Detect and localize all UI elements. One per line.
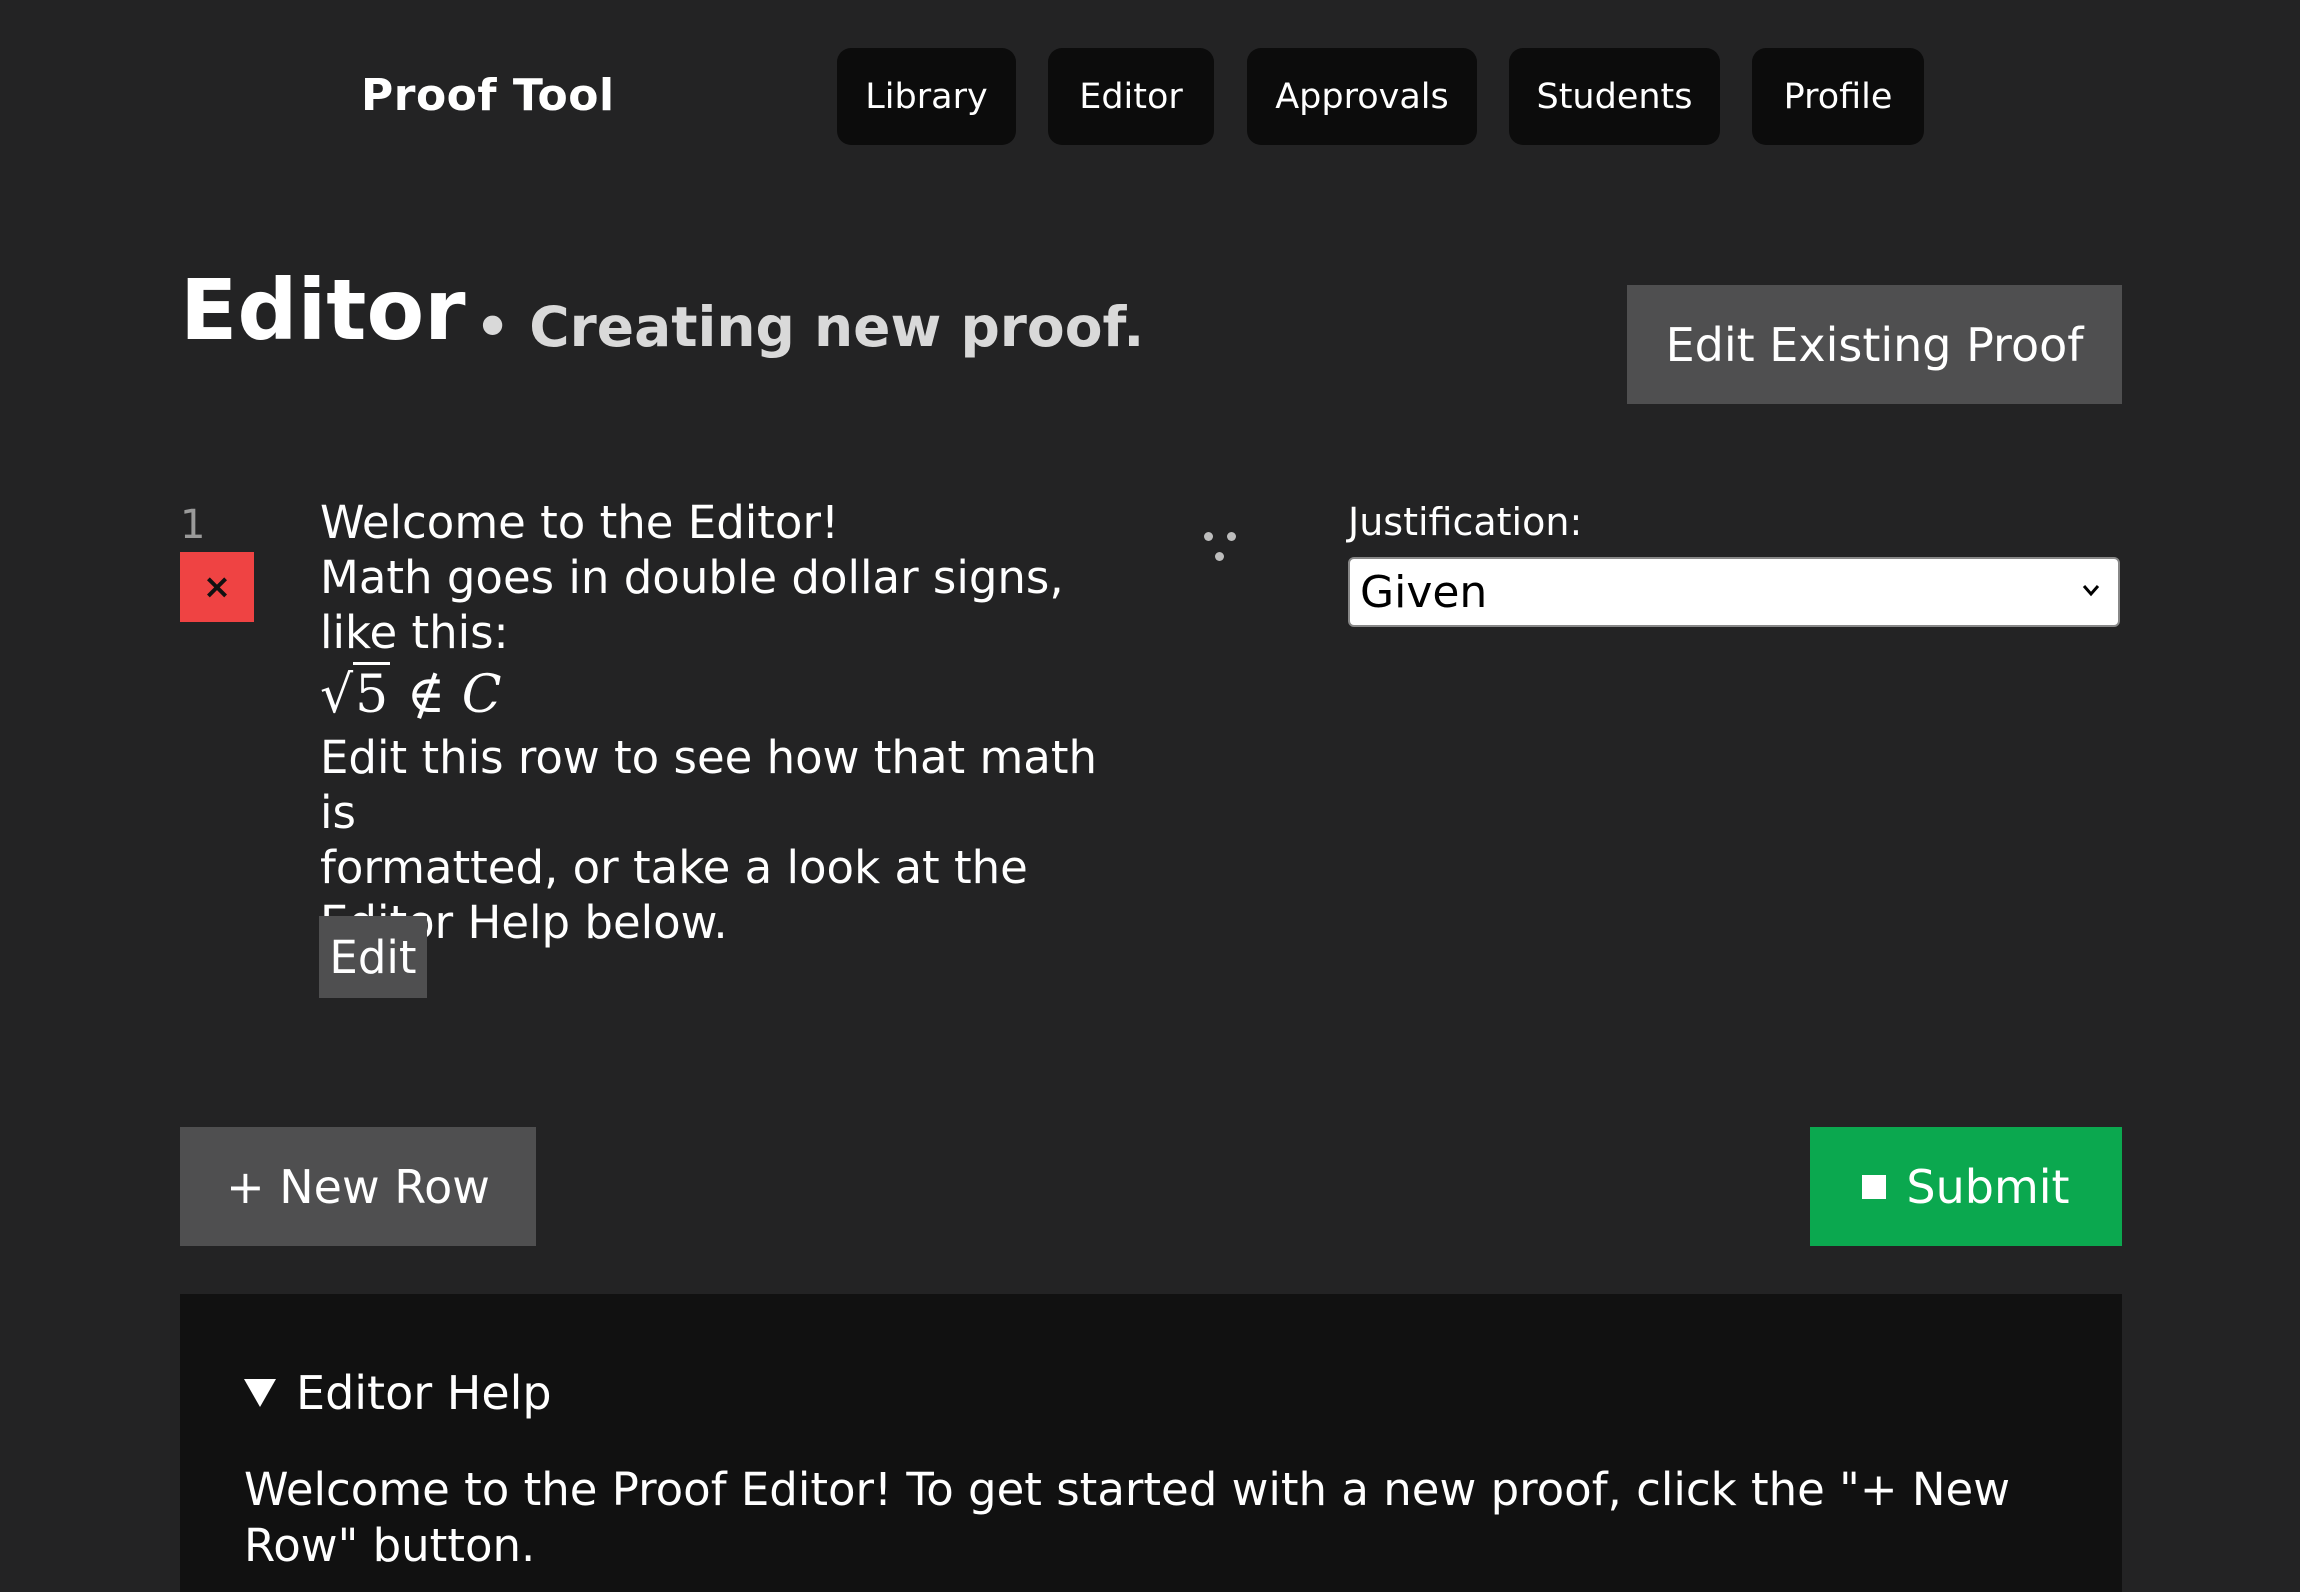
page-subtitle: • Creating new proof. [475,295,1145,359]
submit-label: Submit [1906,1159,2070,1214]
editor-help-toggle[interactable]: Editor Help [244,1366,552,1420]
statement-line: Math goes in double dollar signs, [320,551,1064,604]
statement-line: Editor Help below. [320,896,728,949]
top-navigation-bar: Proof Tool Library Editor Approvals Stud… [0,0,2300,195]
edit-row-button[interactable]: Edit [319,916,427,998]
new-row-button[interactable]: + New Row [180,1127,536,1246]
editor-help-panel: Editor Help Welcome to the Proof Editor!… [180,1294,2122,1592]
editor-help-title: Editor Help [296,1366,552,1420]
chevron-down-icon [2082,585,2100,597]
statement-line: like this: [320,606,509,659]
statement-line: Edit this row to see how that math is [320,731,1098,839]
radicand: 5 [353,662,391,725]
justification-select[interactable]: Given [1348,557,2120,627]
nav-editor-button[interactable]: Editor [1048,48,1214,145]
close-icon: × [202,567,232,607]
statement-line: formatted, or take a look at the [320,841,1028,894]
set-symbol: C [461,665,502,725]
sqrt-symbol: √ [320,665,354,725]
submit-button[interactable]: Submit [1810,1127,2122,1246]
justification-value: Given [1360,566,1488,618]
relation-symbol: ∉ [406,665,446,725]
brand-title[interactable]: Proof Tool [361,70,615,121]
nav-students-button[interactable]: Students [1509,48,1720,145]
stop-square-icon [1862,1174,1887,1199]
drag-handle-icon[interactable] [1200,530,1240,570]
page-title: Editor [180,261,466,359]
row-statement: Welcome to the Editor! Math goes in doub… [320,495,1120,950]
edit-existing-proof-button[interactable]: Edit Existing Proof [1627,285,2122,404]
editor-help-text: Welcome to the Proof Editor! To get star… [244,1463,2011,1572]
triangle-down-icon [244,1379,276,1407]
delete-row-button[interactable]: × [180,552,254,622]
justification-label: Justification: [1348,500,1583,544]
statement-line: Welcome to the Editor! [320,496,839,549]
nav-profile-button[interactable]: Profile [1752,48,1924,145]
nav-approvals-button[interactable]: Approvals [1247,48,1477,145]
row-number: 1 [180,502,206,548]
nav-library-button[interactable]: Library [837,48,1016,145]
math-expression: √5 ∉ C [320,660,1120,730]
